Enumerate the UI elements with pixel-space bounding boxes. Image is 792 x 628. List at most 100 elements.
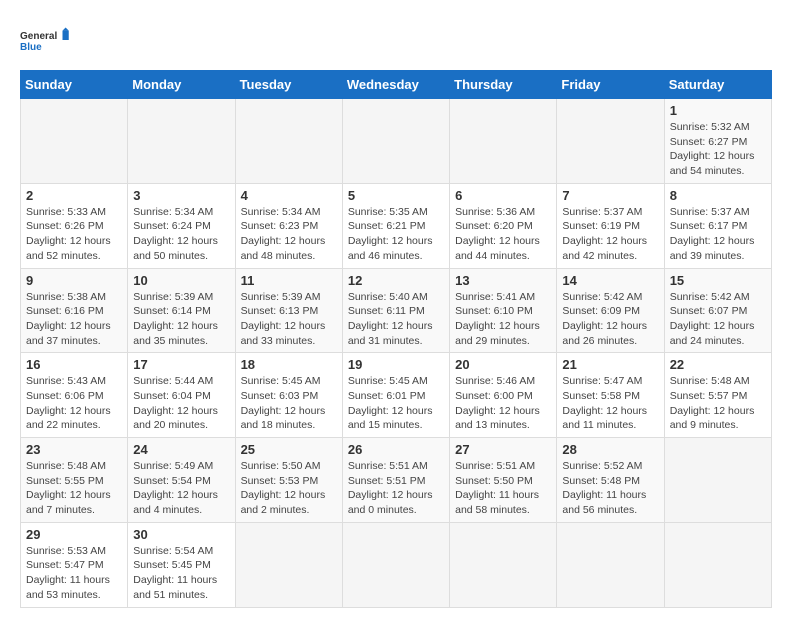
- calendar-cell: 11 Sunrise: 5:39 AM Sunset: 6:13 PM Dayl…: [235, 268, 342, 353]
- calendar-cell: 28 Sunrise: 5:52 AM Sunset: 5:48 PM Dayl…: [557, 438, 664, 523]
- calendar-cell: [557, 99, 664, 184]
- day-info: Sunrise: 5:34 AM Sunset: 6:23 PM Dayligh…: [241, 205, 337, 264]
- day-info: Sunrise: 5:48 AM Sunset: 5:55 PM Dayligh…: [26, 459, 122, 518]
- calendar-cell: [557, 522, 664, 607]
- day-number: 23: [26, 442, 122, 457]
- day-info: Sunrise: 5:44 AM Sunset: 6:04 PM Dayligh…: [133, 374, 229, 433]
- calendar-cell: 16 Sunrise: 5:43 AM Sunset: 6:06 PM Dayl…: [21, 353, 128, 438]
- calendar-cell: 14 Sunrise: 5:42 AM Sunset: 6:09 PM Dayl…: [557, 268, 664, 353]
- logo: General Blue: [20, 20, 70, 60]
- day-info: Sunrise: 5:45 AM Sunset: 6:03 PM Dayligh…: [241, 374, 337, 433]
- day-info: Sunrise: 5:39 AM Sunset: 6:14 PM Dayligh…: [133, 290, 229, 349]
- day-info: Sunrise: 5:35 AM Sunset: 6:21 PM Dayligh…: [348, 205, 444, 264]
- day-number: 12: [348, 273, 444, 288]
- day-number: 13: [455, 273, 551, 288]
- weekday-header: Tuesday: [235, 71, 342, 99]
- calendar-cell: 1 Sunrise: 5:32 AM Sunset: 6:27 PM Dayli…: [664, 99, 771, 184]
- calendar-cell: 8 Sunrise: 5:37 AM Sunset: 6:17 PM Dayli…: [664, 183, 771, 268]
- day-info: Sunrise: 5:36 AM Sunset: 6:20 PM Dayligh…: [455, 205, 551, 264]
- calendar-week-row: 2 Sunrise: 5:33 AM Sunset: 6:26 PM Dayli…: [21, 183, 772, 268]
- calendar-cell: 9 Sunrise: 5:38 AM Sunset: 6:16 PM Dayli…: [21, 268, 128, 353]
- day-number: 22: [670, 357, 766, 372]
- day-info: Sunrise: 5:49 AM Sunset: 5:54 PM Dayligh…: [133, 459, 229, 518]
- calendar-cell: 25 Sunrise: 5:50 AM Sunset: 5:53 PM Dayl…: [235, 438, 342, 523]
- day-number: 3: [133, 188, 229, 203]
- calendar-cell: [342, 99, 449, 184]
- day-number: 17: [133, 357, 229, 372]
- svg-text:General: General: [20, 31, 57, 42]
- day-info: Sunrise: 5:33 AM Sunset: 6:26 PM Dayligh…: [26, 205, 122, 264]
- calendar-cell: 26 Sunrise: 5:51 AM Sunset: 5:51 PM Dayl…: [342, 438, 449, 523]
- day-number: 6: [455, 188, 551, 203]
- day-info: Sunrise: 5:37 AM Sunset: 6:17 PM Dayligh…: [670, 205, 766, 264]
- day-info: Sunrise: 5:41 AM Sunset: 6:10 PM Dayligh…: [455, 290, 551, 349]
- calendar-cell: [21, 99, 128, 184]
- calendar-cell: [342, 522, 449, 607]
- calendar-cell: 30 Sunrise: 5:54 AM Sunset: 5:45 PM Dayl…: [128, 522, 235, 607]
- calendar-cell: [235, 99, 342, 184]
- day-number: 29: [26, 527, 122, 542]
- calendar-cell: 21 Sunrise: 5:47 AM Sunset: 5:58 PM Dayl…: [557, 353, 664, 438]
- calendar-cell: 13 Sunrise: 5:41 AM Sunset: 6:10 PM Dayl…: [450, 268, 557, 353]
- calendar-cell: 23 Sunrise: 5:48 AM Sunset: 5:55 PM Dayl…: [21, 438, 128, 523]
- day-info: Sunrise: 5:42 AM Sunset: 6:07 PM Dayligh…: [670, 290, 766, 349]
- weekday-header-row: SundayMondayTuesdayWednesdayThursdayFrid…: [21, 71, 772, 99]
- day-number: 8: [670, 188, 766, 203]
- day-info: Sunrise: 5:43 AM Sunset: 6:06 PM Dayligh…: [26, 374, 122, 433]
- calendar-week-row: 1 Sunrise: 5:32 AM Sunset: 6:27 PM Dayli…: [21, 99, 772, 184]
- day-number: 11: [241, 273, 337, 288]
- calendar-cell: 18 Sunrise: 5:45 AM Sunset: 6:03 PM Dayl…: [235, 353, 342, 438]
- calendar-cell: [450, 522, 557, 607]
- calendar-cell: 24 Sunrise: 5:49 AM Sunset: 5:54 PM Dayl…: [128, 438, 235, 523]
- calendar-cell: [235, 522, 342, 607]
- calendar-week-row: 9 Sunrise: 5:38 AM Sunset: 6:16 PM Dayli…: [21, 268, 772, 353]
- weekday-header: Saturday: [664, 71, 771, 99]
- calendar-cell: 20 Sunrise: 5:46 AM Sunset: 6:00 PM Dayl…: [450, 353, 557, 438]
- calendar-cell: 19 Sunrise: 5:45 AM Sunset: 6:01 PM Dayl…: [342, 353, 449, 438]
- day-number: 25: [241, 442, 337, 457]
- day-number: 1: [670, 103, 766, 118]
- page-header: General Blue: [20, 20, 772, 60]
- calendar-cell: 2 Sunrise: 5:33 AM Sunset: 6:26 PM Dayli…: [21, 183, 128, 268]
- calendar-cell: 12 Sunrise: 5:40 AM Sunset: 6:11 PM Dayl…: [342, 268, 449, 353]
- calendar-cell: 17 Sunrise: 5:44 AM Sunset: 6:04 PM Dayl…: [128, 353, 235, 438]
- calendar-cell: 7 Sunrise: 5:37 AM Sunset: 6:19 PM Dayli…: [557, 183, 664, 268]
- day-info: Sunrise: 5:40 AM Sunset: 6:11 PM Dayligh…: [348, 290, 444, 349]
- day-info: Sunrise: 5:50 AM Sunset: 5:53 PM Dayligh…: [241, 459, 337, 518]
- day-number: 30: [133, 527, 229, 542]
- calendar-cell: 29 Sunrise: 5:53 AM Sunset: 5:47 PM Dayl…: [21, 522, 128, 607]
- day-info: Sunrise: 5:53 AM Sunset: 5:47 PM Dayligh…: [26, 544, 122, 603]
- day-number: 5: [348, 188, 444, 203]
- day-info: Sunrise: 5:38 AM Sunset: 6:16 PM Dayligh…: [26, 290, 122, 349]
- day-info: Sunrise: 5:42 AM Sunset: 6:09 PM Dayligh…: [562, 290, 658, 349]
- day-number: 20: [455, 357, 551, 372]
- calendar-week-row: 23 Sunrise: 5:48 AM Sunset: 5:55 PM Dayl…: [21, 438, 772, 523]
- svg-text:Blue: Blue: [20, 42, 42, 53]
- calendar-cell: 27 Sunrise: 5:51 AM Sunset: 5:50 PM Dayl…: [450, 438, 557, 523]
- calendar-cell: [450, 99, 557, 184]
- day-number: 24: [133, 442, 229, 457]
- logo-svg: General Blue: [20, 20, 70, 60]
- day-number: 10: [133, 273, 229, 288]
- day-number: 9: [26, 273, 122, 288]
- day-info: Sunrise: 5:51 AM Sunset: 5:51 PM Dayligh…: [348, 459, 444, 518]
- day-info: Sunrise: 5:51 AM Sunset: 5:50 PM Dayligh…: [455, 459, 551, 518]
- day-info: Sunrise: 5:34 AM Sunset: 6:24 PM Dayligh…: [133, 205, 229, 264]
- day-info: Sunrise: 5:32 AM Sunset: 6:27 PM Dayligh…: [670, 120, 766, 179]
- day-number: 15: [670, 273, 766, 288]
- day-info: Sunrise: 5:54 AM Sunset: 5:45 PM Dayligh…: [133, 544, 229, 603]
- weekday-header: Sunday: [21, 71, 128, 99]
- weekday-header: Monday: [128, 71, 235, 99]
- day-number: 28: [562, 442, 658, 457]
- day-number: 16: [26, 357, 122, 372]
- day-number: 7: [562, 188, 658, 203]
- calendar-cell: 4 Sunrise: 5:34 AM Sunset: 6:23 PM Dayli…: [235, 183, 342, 268]
- day-info: Sunrise: 5:46 AM Sunset: 6:00 PM Dayligh…: [455, 374, 551, 433]
- day-number: 27: [455, 442, 551, 457]
- day-number: 2: [26, 188, 122, 203]
- day-number: 4: [241, 188, 337, 203]
- calendar-cell: 6 Sunrise: 5:36 AM Sunset: 6:20 PM Dayli…: [450, 183, 557, 268]
- day-info: Sunrise: 5:45 AM Sunset: 6:01 PM Dayligh…: [348, 374, 444, 433]
- calendar-cell: [664, 438, 771, 523]
- calendar-table: SundayMondayTuesdayWednesdayThursdayFrid…: [20, 70, 772, 608]
